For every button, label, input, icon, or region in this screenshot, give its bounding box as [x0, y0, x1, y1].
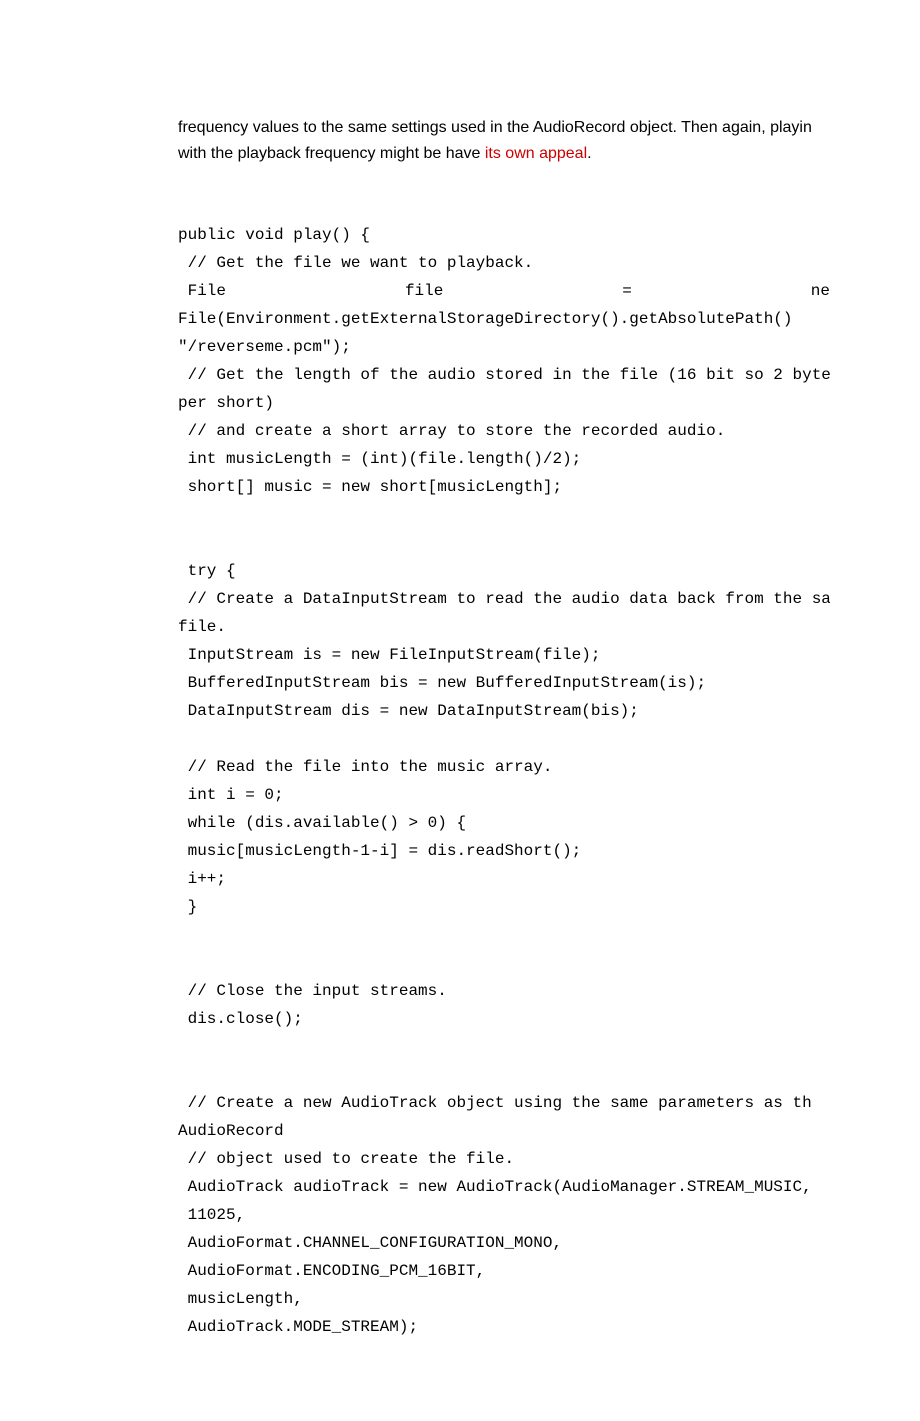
code-line: [178, 529, 830, 557]
code-line: InputStream is = new FileInputStream(fil…: [178, 641, 830, 669]
code-line: public void play() {: [178, 221, 830, 249]
code-line: [178, 1033, 830, 1061]
link-its-own-appeal[interactable]: its own appeal: [485, 145, 587, 162]
code-line: music[musicLength-1-i] = dis.readShort()…: [178, 837, 830, 865]
code-line: }: [178, 893, 830, 921]
code-token: ne: [811, 277, 830, 305]
code-line: dis.close();: [178, 1005, 830, 1033]
code-line: [178, 949, 830, 977]
code-line: // Get the length of the audio stored in…: [178, 361, 830, 389]
document-page: frequency values to the same settings us…: [0, 0, 920, 1421]
code-line: File(Environment.getExternalStorageDirec…: [178, 305, 830, 333]
code-line: // Get the file we want to playback.: [178, 249, 830, 277]
code-line: [178, 1061, 830, 1089]
code-line: // and create a short array to store the…: [178, 417, 830, 445]
code-line: BufferedInputStream bis = new BufferedIn…: [178, 669, 830, 697]
code-token: =: [622, 277, 632, 305]
code-line: // Read the file into the music array.: [178, 753, 830, 781]
code-line: short[] music = new short[musicLength];: [178, 473, 830, 501]
code-line: AudioFormat.ENCODING_PCM_16BIT,: [178, 1257, 830, 1285]
code-line: AudioRecord: [178, 1117, 830, 1145]
paragraph-text: frequency values to the same settings us…: [178, 115, 830, 166]
code-line: 11025,: [178, 1201, 830, 1229]
code-line: DataInputStream dis = new DataInputStrea…: [178, 697, 830, 725]
code-line: int musicLength = (int)(file.length()/2)…: [178, 445, 830, 473]
code-line: AudioTrack.MODE_STREAM);: [178, 1313, 830, 1341]
prose-line: .: [587, 145, 591, 162]
code-line: // Create a new AudioTrack object using …: [178, 1089, 830, 1117]
code-token: File: [178, 277, 226, 305]
code-line: AudioFormat.CHANNEL_CONFIGURATION_MONO,: [178, 1229, 830, 1257]
code-line: int i = 0;: [178, 781, 830, 809]
code-block: public void play() { // Get the file we …: [178, 221, 830, 1341]
code-line: "/reverseme.pcm");: [178, 333, 830, 361]
code-line: // Close the input streams.: [178, 977, 830, 1005]
code-line: file.: [178, 613, 830, 641]
code-line: [178, 725, 830, 753]
code-line: AudioTrack audioTrack = new AudioTrack(A…: [178, 1173, 830, 1201]
code-line: try {: [178, 557, 830, 585]
code-line: // object used to create the file.: [178, 1145, 830, 1173]
code-line: [178, 921, 830, 949]
code-line: File file = ne: [178, 277, 830, 305]
prose-line: with the playback frequency might be hav…: [178, 145, 485, 162]
code-line: i++;: [178, 865, 830, 893]
code-line: while (dis.available() > 0) {: [178, 809, 830, 837]
prose-line: frequency values to the same settings us…: [178, 119, 812, 136]
code-line: [178, 501, 830, 529]
code-line: musicLength,: [178, 1285, 830, 1313]
code-line: // Create a DataInputStream to read the …: [178, 585, 830, 613]
code-token: file: [405, 277, 443, 305]
code-line: per short): [178, 389, 830, 417]
